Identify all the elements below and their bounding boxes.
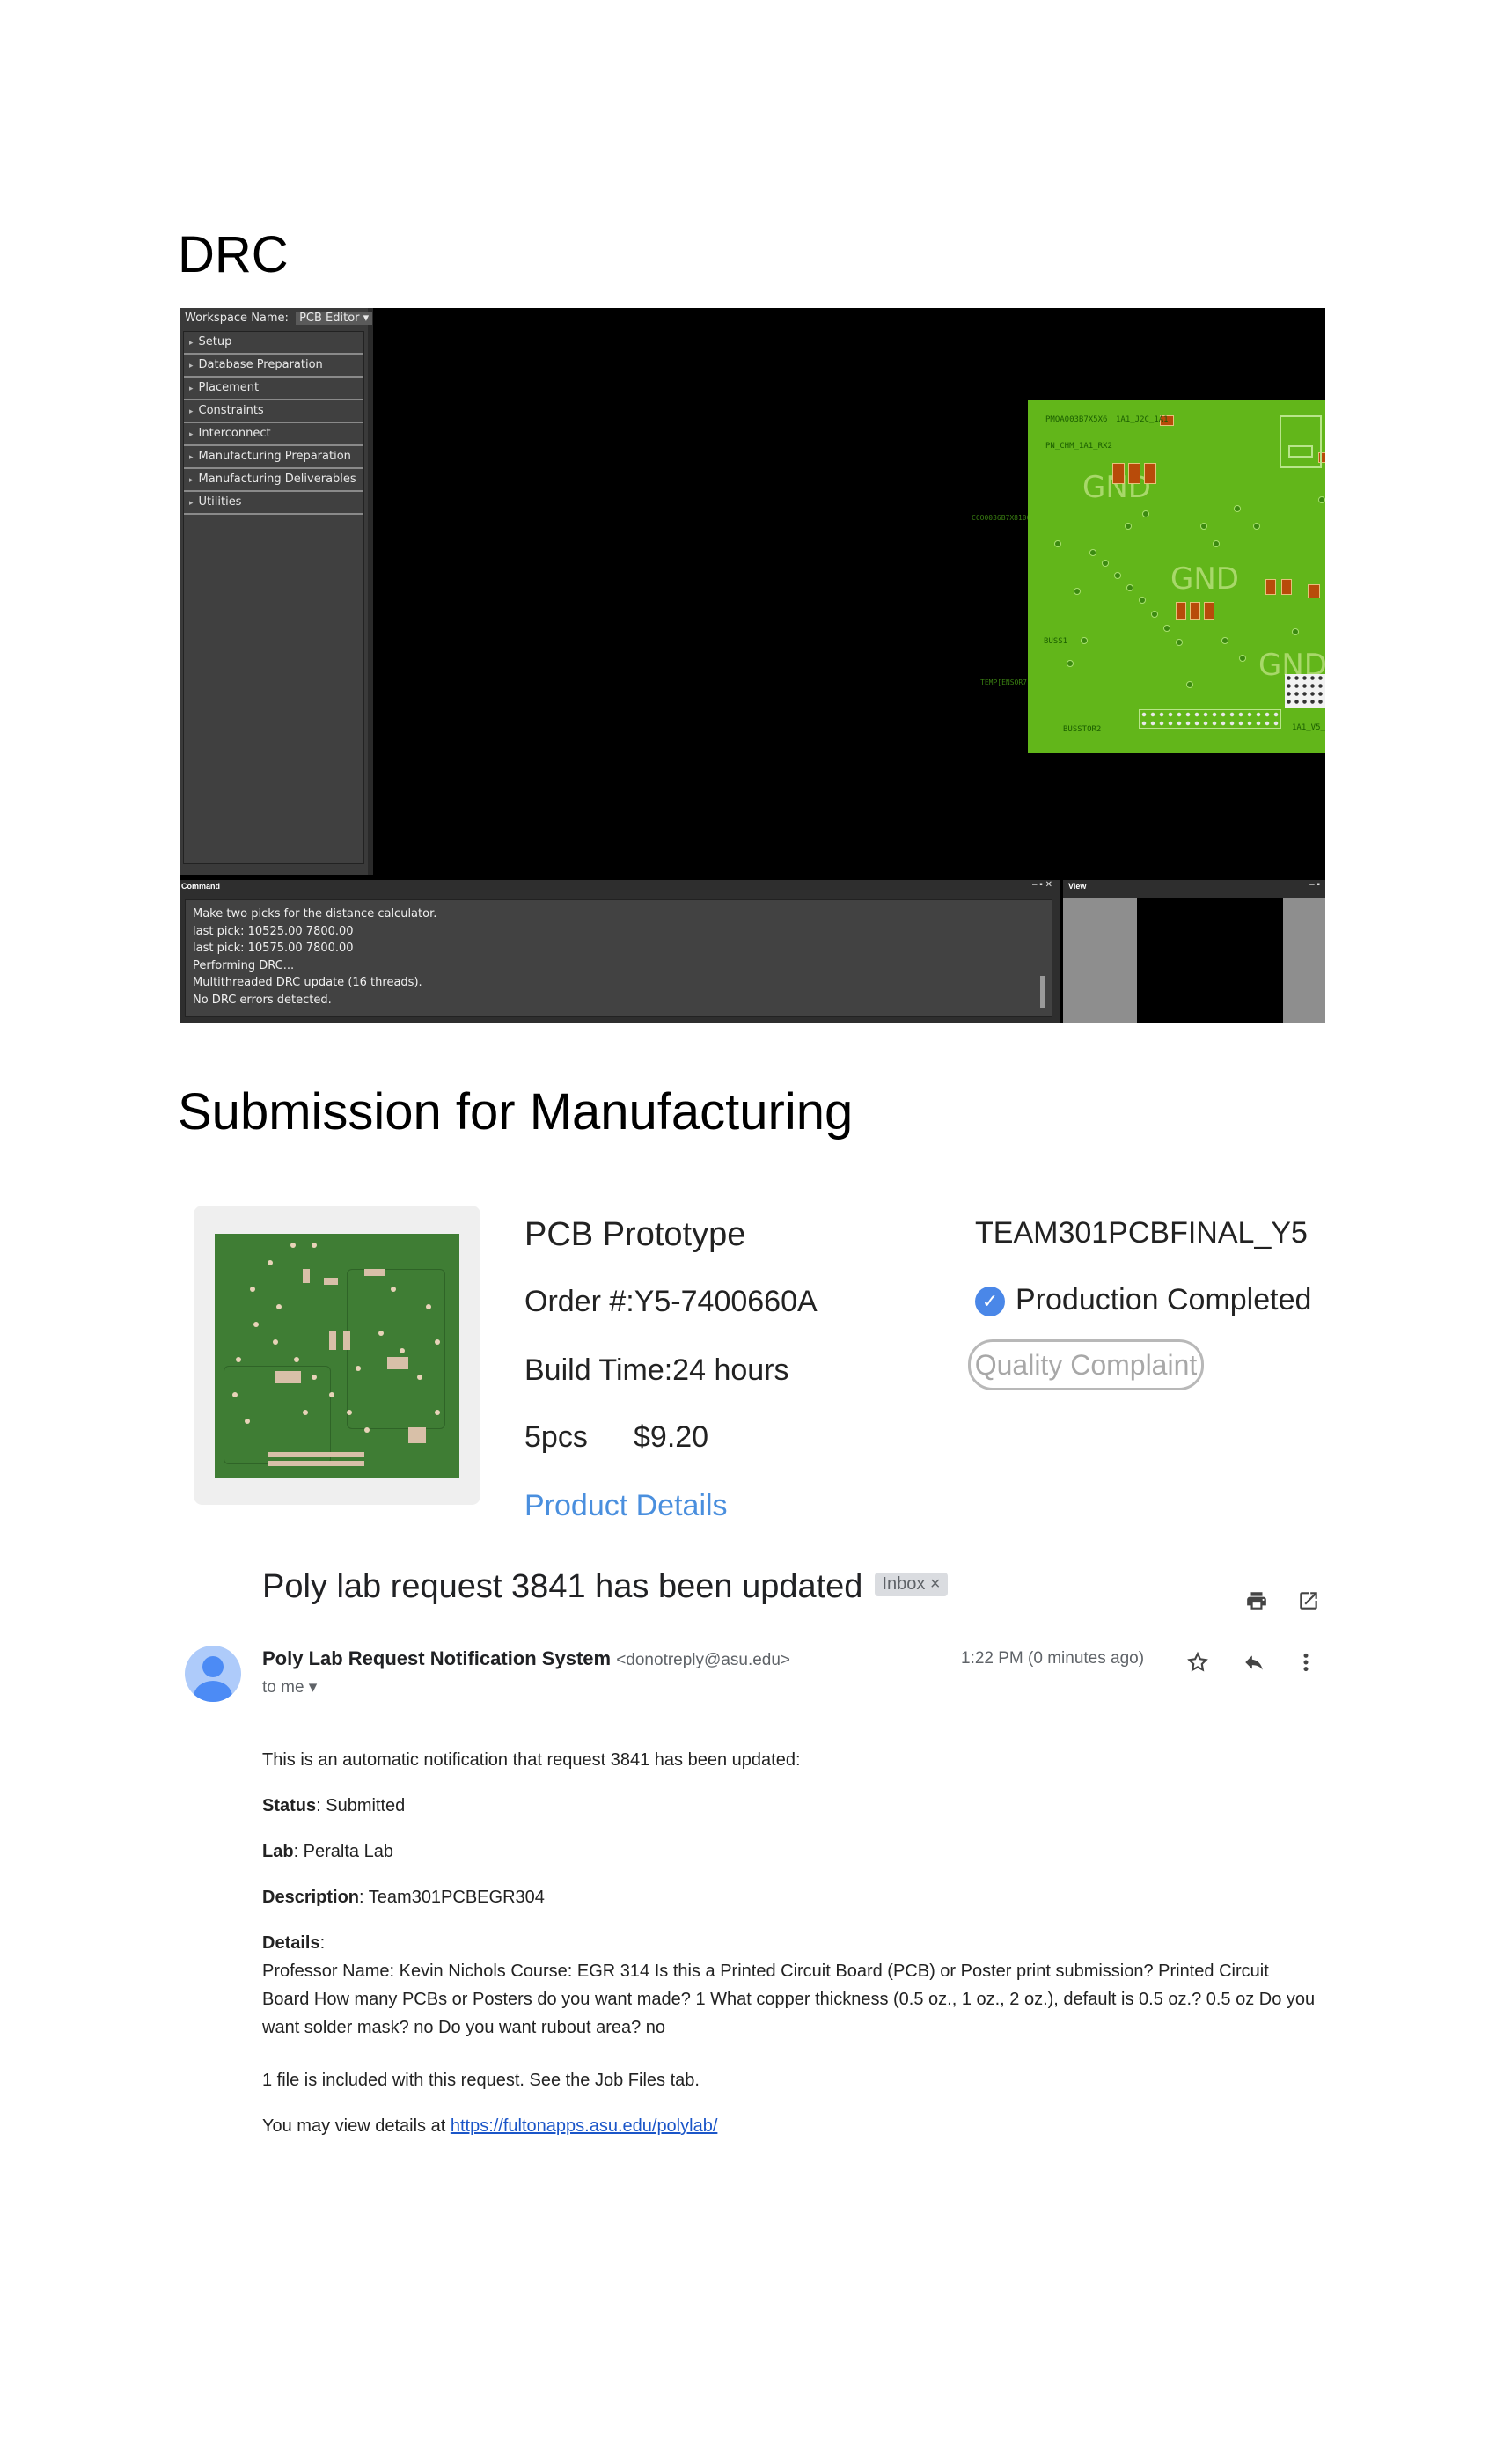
more-vert-icon[interactable] bbox=[1301, 1651, 1311, 1678]
status-label: Status bbox=[262, 1796, 317, 1815]
status-value: : Submitted bbox=[316, 1796, 406, 1815]
chevron-right-icon: ▸ bbox=[189, 339, 194, 348]
workspace-item-label: Utilities bbox=[198, 495, 242, 509]
check-circle-icon: ✓ bbox=[975, 1287, 1005, 1317]
email-status: Status: Submitted bbox=[262, 1792, 1318, 1820]
email-description: Description: Team301PCBEGR304 bbox=[262, 1883, 1318, 1911]
workspace-item-interconnect[interactable]: ▸ Interconnect bbox=[184, 423, 363, 446]
pcb-thumbnail-board bbox=[215, 1234, 459, 1478]
description-value: : Team301PCBEGR304 bbox=[359, 1888, 545, 1907]
workspace-item-constraints[interactable]: ▸ Constraints bbox=[184, 400, 363, 423]
workspace-item-label: Setup bbox=[198, 335, 232, 348]
command-line: No DRC errors detected. bbox=[193, 993, 332, 1007]
workspace-select-value: PCB Editor bbox=[299, 312, 360, 325]
chevron-right-icon: ▸ bbox=[189, 499, 194, 508]
polylab-link[interactable]: https://fultonapps.asu.edu/polylab/ bbox=[451, 2116, 718, 2136]
workspace-item-label: Interconnect bbox=[198, 427, 271, 440]
product-name: PCB Prototype bbox=[524, 1216, 746, 1253]
command-line: Multithreaded DRC update (16 threads). bbox=[193, 976, 422, 989]
product-details-link[interactable]: Product Details bbox=[524, 1489, 728, 1523]
drc-heading: DRC bbox=[178, 226, 289, 283]
workspace-item-label: Manufacturing Deliverables bbox=[198, 473, 356, 486]
pcb-canvas[interactable]: CCO0036B7X8100 TEMP[ENSOR7] 1A1_J2CHEAT … bbox=[373, 308, 1325, 875]
workspace-panel: Workspace Name: PCB Editor ▾ ▸ Setup ▸ Dat… bbox=[180, 308, 373, 875]
gnd-label-2: GND bbox=[1170, 561, 1239, 597]
command-line: Performing DRC... bbox=[193, 958, 295, 972]
sender-address: <donotreply@asu.edu> bbox=[616, 1651, 791, 1669]
workspace-item-label: Database Preparation bbox=[198, 358, 323, 371]
workspace-item-manufacturing-deliverables[interactable]: ▸ Manufacturing Deliverables bbox=[184, 469, 363, 492]
email-files-note: 1 file is included with this request. Se… bbox=[262, 2071, 700, 2090]
chevron-right-icon: ▸ bbox=[189, 385, 194, 393]
details-colon: : bbox=[319, 1933, 326, 1953]
workspace-list: ▸ Setup ▸ Database Preparation ▸ Placement … bbox=[183, 331, 364, 864]
workspace-item-placement[interactable]: ▸ Placement bbox=[184, 378, 363, 400]
command-line: last pick: 10575.00 7800.00 bbox=[193, 942, 354, 955]
chevron-right-icon: ▸ bbox=[189, 362, 194, 370]
quantity: 5pcs bbox=[524, 1420, 588, 1454]
email-lab: Lab: Peralta Lab bbox=[262, 1837, 1318, 1866]
command-scrollbar[interactable] bbox=[1040, 976, 1045, 1008]
details-value: Professor Name: Kevin Nichols Course: EG… bbox=[262, 1962, 1316, 2037]
inbox-label-chip[interactable]: Inbox × bbox=[875, 1573, 948, 1597]
file-name: TEAM301PCBFINAL_Y5 bbox=[975, 1216, 1308, 1250]
workspace-item-label: Manufacturing Preparation bbox=[198, 450, 351, 463]
star-icon[interactable] bbox=[1186, 1651, 1209, 1678]
command-panel: Command – ▪ ✕ Make two picks for the dis… bbox=[180, 880, 1060, 1023]
manufacturing-heading: Submission for Manufacturing bbox=[178, 1083, 854, 1140]
print-icon[interactable] bbox=[1244, 1589, 1269, 1617]
production-status-text: Production Completed bbox=[1016, 1283, 1312, 1316]
production-status: ✓ Production Completed bbox=[975, 1283, 1311, 1317]
quality-complaint-button[interactable]: Quality Complaint bbox=[968, 1339, 1204, 1390]
sender: Poly Lab Request Notification System <do… bbox=[262, 1647, 790, 1670]
reply-icon[interactable] bbox=[1243, 1651, 1265, 1678]
order-number: Order #:Y5-7400660A bbox=[524, 1285, 818, 1318]
email-time: 1:22 PM (0 minutes ago) bbox=[961, 1649, 1145, 1668]
chevron-right-icon: ▸ bbox=[189, 430, 194, 439]
sender-avatar bbox=[185, 1646, 241, 1702]
open-in-new-icon[interactable] bbox=[1297, 1589, 1320, 1617]
workspace-item-label: Constraints bbox=[198, 404, 264, 417]
workspace-label: Workspace Name: bbox=[185, 312, 289, 325]
view-panel: View – ▪ bbox=[1063, 880, 1325, 1023]
price: $9.20 bbox=[634, 1420, 709, 1454]
view-panel-title: View bbox=[1068, 882, 1087, 891]
view-overview[interactable] bbox=[1063, 898, 1325, 1023]
email-details: Details: Professor Name: Kevin Nichols C… bbox=[262, 1929, 1318, 2042]
chevron-right-icon: ▸ bbox=[189, 453, 194, 462]
lab-label: Lab bbox=[262, 1842, 294, 1861]
view-prefix: You may view details at bbox=[262, 2116, 451, 2136]
email-view-details: You may view details at https://fultonap… bbox=[262, 2112, 1318, 2140]
email-subject-text: Poly lab request 3841 has been updated bbox=[262, 1568, 863, 1605]
pcb-board: GND GND GND PMOA003B7X5X6 PN_CHM_1A1_RX2… bbox=[1028, 400, 1325, 753]
workspace-item-setup[interactable]: ▸ Setup bbox=[184, 332, 363, 355]
command-line: Make two picks for the distance calculat… bbox=[193, 907, 437, 920]
email-subject: Poly lab request 3841 has been updated In… bbox=[262, 1568, 948, 1606]
details-label: Details bbox=[262, 1933, 320, 1953]
command-panel-controls[interactable]: – ▪ ✕ bbox=[1032, 880, 1052, 890]
chevron-right-icon: ▸ bbox=[189, 476, 194, 485]
recipient-toggle[interactable]: to me ▾ bbox=[262, 1677, 317, 1698]
command-line: last pick: 10525.00 7800.00 bbox=[193, 924, 354, 938]
build-time: Build Time:24 hours bbox=[524, 1353, 789, 1387]
chevron-right-icon: ▸ bbox=[189, 407, 194, 416]
drc-screenshot: Workspace Name: PCB Editor ▾ ▸ Setup ▸ Dat… bbox=[180, 308, 1325, 1023]
workspace-item-database-preparation[interactable]: ▸ Database Preparation bbox=[184, 355, 363, 378]
view-window[interactable] bbox=[1137, 898, 1283, 1023]
description-label: Description bbox=[262, 1888, 360, 1907]
email-intro: This is an automatic notification that r… bbox=[262, 1750, 801, 1770]
command-panel-title: Command bbox=[181, 882, 221, 891]
view-panel-controls[interactable]: – ▪ bbox=[1309, 880, 1320, 890]
sender-name: Poly Lab Request Notification System bbox=[262, 1647, 612, 1669]
pcb-thumbnail bbox=[194, 1206, 480, 1505]
workspace-item-utilities[interactable]: ▸ Utilities bbox=[184, 492, 363, 515]
workspace-item-label: Placement bbox=[198, 381, 260, 394]
workspace-header: Workspace Name: PCB Editor ▾ bbox=[185, 312, 373, 325]
lab-value: : Peralta Lab bbox=[293, 1842, 393, 1861]
workspace-select[interactable]: PCB Editor ▾ bbox=[296, 312, 373, 325]
workspace-item-manufacturing-preparation[interactable]: ▸ Manufacturing Preparation bbox=[184, 446, 363, 469]
command-output: Make two picks for the distance calculat… bbox=[185, 899, 1052, 1017]
